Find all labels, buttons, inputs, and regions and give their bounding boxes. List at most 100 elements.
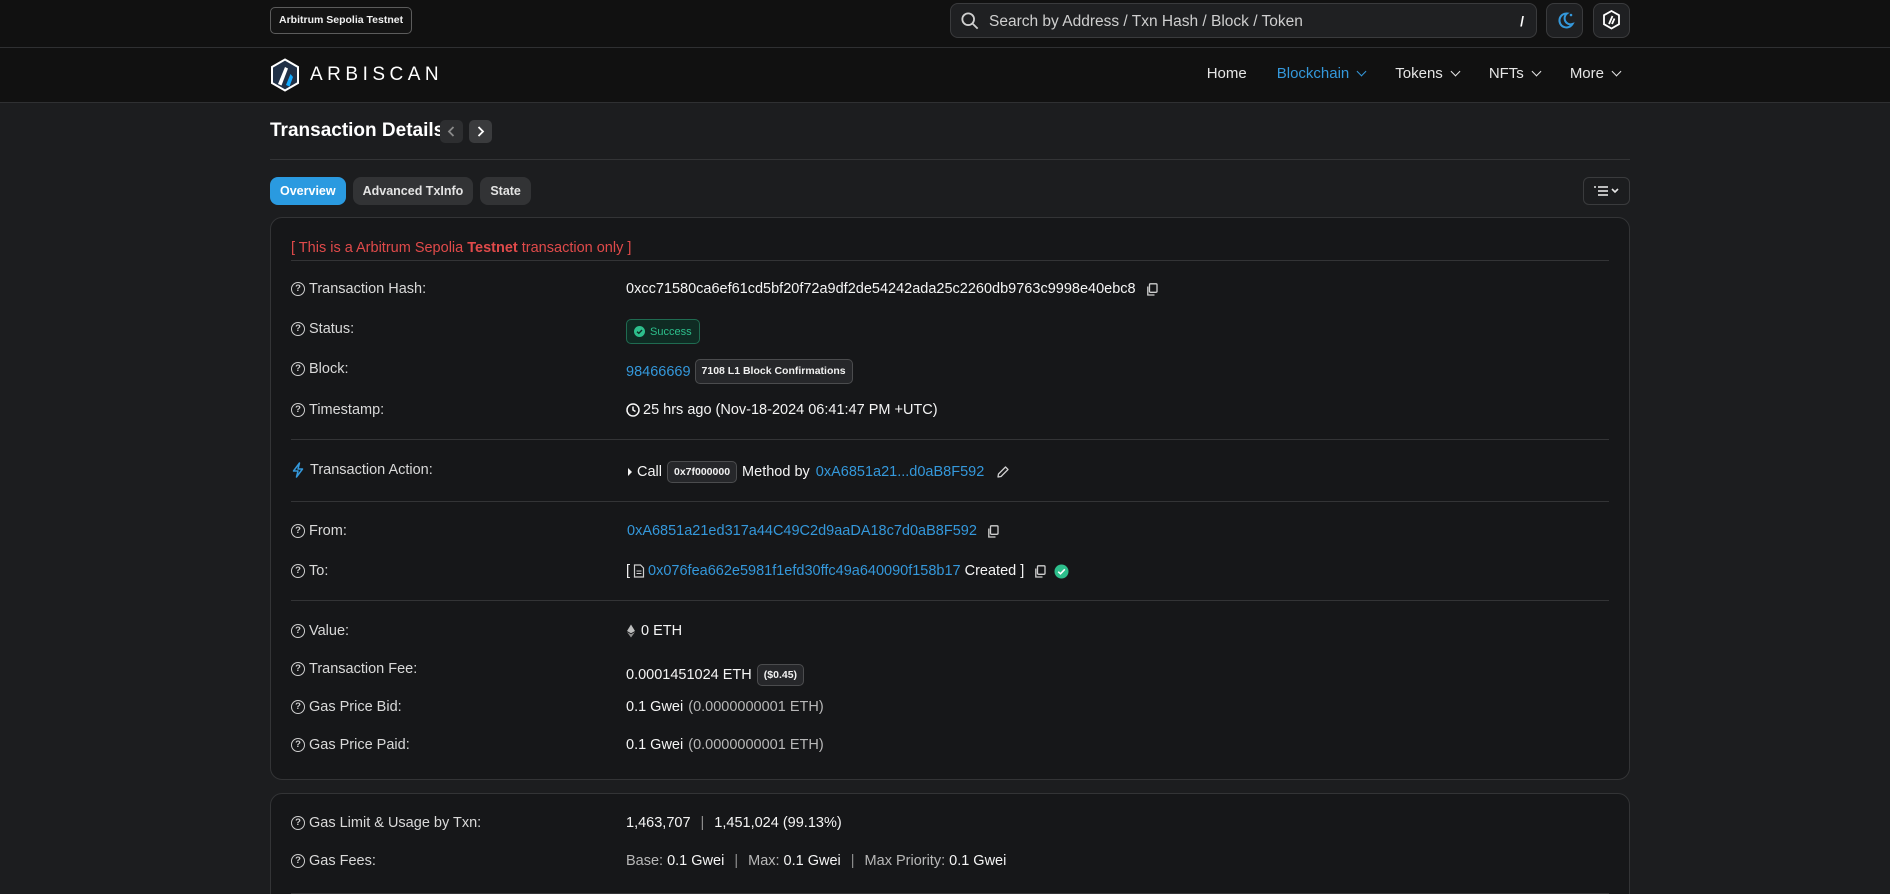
from-address-link[interactable]: 0xA6851a21ed317a44C49C2d9aaDA18c7d0aB8F5… — [627, 523, 977, 539]
status-badge: Success — [626, 319, 700, 344]
tx-fee-amount: 0.0001451024 ETH — [626, 667, 752, 683]
nav-nfts[interactable]: NFTs — [1488, 65, 1542, 82]
testnet-notice-prefix: [ This is a Arbitrum Sepolia — [291, 240, 468, 256]
gas-price-paid-eth: (0.0000000001 ETH) — [688, 737, 824, 753]
copy-icon[interactable] — [1146, 282, 1158, 296]
separator: | — [850, 853, 855, 869]
to-contract-link[interactable]: 0x076fea662e5981f1efd30ffc49a640090f158b… — [648, 563, 961, 579]
chevron-down-icon — [1356, 66, 1367, 77]
separator: | — [700, 815, 705, 831]
status-label: Status: — [309, 321, 355, 337]
help-icon[interactable]: ? — [291, 524, 305, 538]
nav-nfts-label: NFTs — [1488, 65, 1524, 82]
gas-fees-label: Gas Fees: — [309, 853, 376, 869]
verified-check-icon — [1054, 564, 1069, 578]
help-icon[interactable]: ? — [291, 816, 305, 830]
gas-price-paid-gwei: 0.1 Gwei — [626, 737, 684, 753]
search-input[interactable]: Search by Address / Txn Hash / Block / T… — [950, 3, 1537, 38]
gas-max-value: 0.1 Gwei — [783, 853, 841, 869]
testnet-notice-suffix: transaction only ] — [517, 240, 632, 256]
to-bracket-open: [ — [626, 563, 631, 579]
logo-text: ARBISCAN — [310, 64, 444, 85]
tx-action-row: Transaction Action: Call 0x7f000000 Meth… — [291, 461, 1609, 484]
lightning-icon — [292, 462, 304, 478]
chevron-down-icon — [1611, 66, 1622, 77]
divider — [291, 600, 1609, 601]
help-icon[interactable]: ? — [291, 700, 305, 714]
gas-max-priority-label: Max Priority: — [864, 853, 946, 869]
arbitrum-icon — [1603, 9, 1620, 30]
tab-advanced-txinfo[interactable]: Advanced TxInfo — [352, 177, 474, 205]
help-icon[interactable]: ? — [291, 403, 305, 417]
gas-limit-row: ? Gas Limit & Usage by Txn: 1,463,707 | 1… — [291, 815, 1609, 837]
action-address-link[interactable]: 0xA6851a21...d0aB8F592 — [816, 464, 985, 480]
block-row: ? Block: 98466669 7108 L1 Block Confirmat… — [291, 359, 1609, 384]
tab-overview[interactable]: Overview — [270, 177, 346, 205]
nav-blockchain[interactable]: Blockchain — [1277, 65, 1367, 82]
tx-hash-label: Transaction Hash: — [309, 281, 427, 297]
gas-max-priority-value: 0.1 Gwei — [949, 853, 1007, 869]
chevron-right-icon — [477, 126, 485, 137]
divider — [291, 501, 1609, 502]
clock-icon — [626, 403, 640, 417]
network-switch-button[interactable] — [1593, 3, 1630, 38]
gas-usage-value: 1,451,024 (99.13%) — [714, 815, 842, 831]
gas-price-bid-row: ? Gas Price Bid: 0.1 Gwei (0.0000000001 E… — [291, 699, 1609, 721]
copy-icon[interactable] — [1034, 564, 1046, 578]
view-options-button[interactable] — [1583, 177, 1630, 205]
list-options-icon — [1594, 186, 1619, 196]
block-number-link[interactable]: 98466669 — [626, 364, 691, 380]
tab-state[interactable]: State — [480, 177, 531, 205]
header-divider — [270, 159, 1630, 160]
search-shortcut: / — [1520, 13, 1524, 29]
nav-more[interactable]: More — [1570, 65, 1622, 82]
help-icon[interactable]: ? — [291, 362, 305, 376]
nav-tokens[interactable]: Tokens — [1395, 65, 1461, 82]
caret-right-icon[interactable] — [626, 467, 634, 477]
from-label: From: — [309, 523, 347, 539]
block-confirmations-badge: 7108 L1 Block Confirmations — [694, 359, 853, 384]
copy-icon[interactable] — [987, 524, 999, 538]
overview-card: [ This is a Arbitrum Sepolia Testnet tra… — [270, 217, 1630, 780]
from-row: ? From: 0xA6851a21ed317a44C49C2d9aaDA18c7… — [291, 523, 1609, 545]
status-text: Success — [650, 325, 692, 338]
next-tx-button[interactable] — [469, 120, 492, 143]
theme-toggle-button[interactable] — [1546, 3, 1583, 38]
prev-tx-button[interactable] — [440, 120, 463, 143]
to-label: To: — [309, 563, 329, 579]
gas-price-bid-gwei: 0.1 Gwei — [626, 699, 684, 715]
tx-fee-label: Transaction Fee: — [309, 661, 418, 677]
method-id-badge: 0x7f000000 — [666, 461, 738, 483]
method-by-text: Method by — [742, 464, 810, 480]
arbiscan-logo[interactable]: ARBISCAN — [270, 58, 443, 92]
help-icon[interactable]: ? — [291, 854, 305, 868]
status-row: ? Status: Success — [291, 319, 1609, 344]
help-icon[interactable]: ? — [291, 564, 305, 578]
search-icon — [961, 12, 979, 30]
divider — [291, 260, 1609, 261]
eth-icon — [627, 624, 635, 638]
timestamp-label: Timestamp: — [309, 402, 385, 418]
main-nav: Home Blockchain Tokens NFTs More — [1177, 65, 1622, 82]
help-icon[interactable]: ? — [291, 322, 305, 336]
nav-tokens-label: Tokens — [1395, 65, 1443, 82]
gas-price-bid-label: Gas Price Bid: — [309, 699, 402, 715]
tx-hash-value[interactable]: 0xcc71580ca6ef61cd5bf20f72a9df2de54242ad… — [626, 281, 1136, 297]
gas-max-label: Max: — [748, 853, 780, 869]
value-label: Value: — [309, 623, 350, 639]
help-icon[interactable]: ? — [291, 624, 305, 638]
nav-home[interactable]: Home — [1207, 65, 1247, 82]
tx-fee-usd-badge: ($0.45) — [756, 664, 805, 686]
help-icon[interactable]: ? — [291, 282, 305, 296]
chevron-down-icon — [1450, 66, 1461, 77]
contract-file-icon — [633, 564, 645, 578]
help-icon[interactable]: ? — [291, 738, 305, 752]
help-icon[interactable]: ? — [291, 662, 305, 676]
gas-limit-value: 1,463,707 — [626, 815, 691, 831]
chevron-left-icon — [447, 126, 455, 137]
edit-pencil-icon[interactable] — [996, 465, 1010, 479]
network-badge[interactable]: Arbitrum Sepolia Testnet — [270, 7, 413, 34]
action-call-text: Call — [637, 464, 662, 480]
gas-price-paid-row: ? Gas Price Paid: 0.1 Gwei (0.0000000001 … — [291, 737, 1609, 759]
timestamp-row: ? Timestamp: 25 hrs ago (Nov-18-2024 06:4… — [291, 402, 1609, 424]
